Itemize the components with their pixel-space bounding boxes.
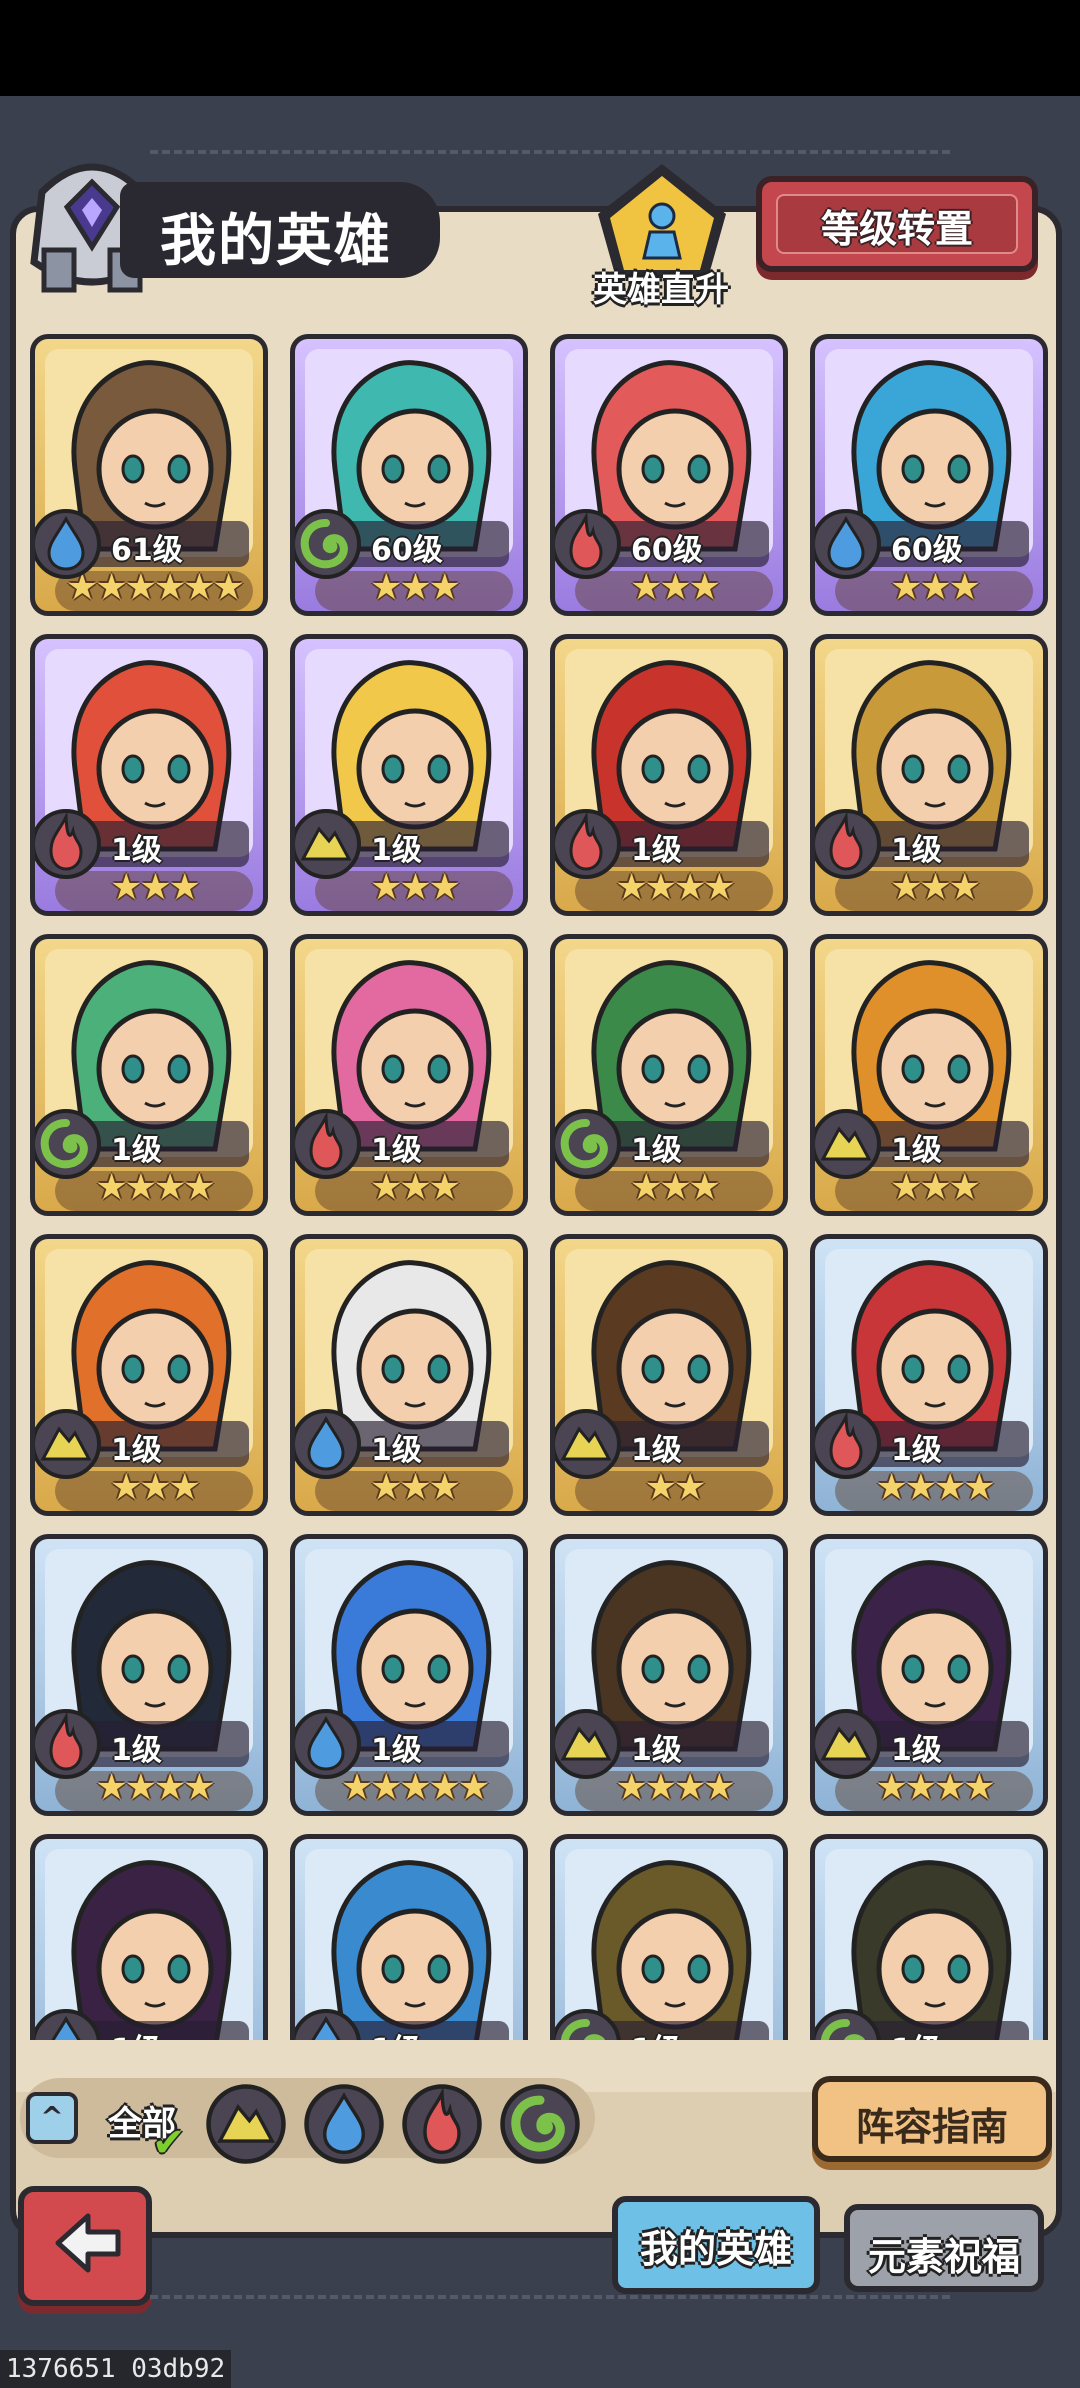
hero-level: 1级 bbox=[631, 1433, 682, 1468]
hero-card[interactable]: 1级 bbox=[30, 1834, 268, 2040]
lineup-guide-label: 阵容指南 bbox=[855, 2105, 1008, 2149]
check-icon: ✔ bbox=[152, 2120, 186, 2166]
hero-card[interactable]: 1级 ★★★ bbox=[30, 634, 268, 916]
hero-card[interactable]: 1级 ★★★ bbox=[810, 634, 1048, 916]
hero-card[interactable]: 1级 ★★★ bbox=[290, 934, 528, 1216]
hero-card[interactable]: 1级 bbox=[810, 1834, 1048, 2040]
hero-level: 1级 bbox=[631, 833, 682, 868]
wind-element-icon bbox=[815, 2009, 881, 2040]
earth-element-icon bbox=[815, 1109, 881, 1179]
hero-level: 1级 bbox=[111, 833, 162, 868]
build-id: 1376651 03db92 bbox=[0, 2350, 232, 2388]
hero-level: 1级 bbox=[891, 1733, 942, 1768]
hero-level: 1级 bbox=[371, 2025, 422, 2040]
hero-level: 1级 bbox=[111, 1433, 162, 1468]
collapse-button[interactable]: ^ bbox=[26, 2092, 78, 2144]
water-element-icon bbox=[295, 1709, 361, 1779]
filter-earth-icon[interactable] bbox=[204, 2082, 288, 2166]
filter-wind-icon[interactable] bbox=[498, 2082, 582, 2166]
fire-element-icon bbox=[815, 1409, 881, 1479]
hero-level: 1级 bbox=[371, 833, 422, 868]
hero-level: 60级 bbox=[891, 533, 963, 568]
level-transfer-button[interactable]: 等级转置 bbox=[756, 176, 1038, 272]
hero-level: 1级 bbox=[891, 1133, 942, 1168]
hero-level: 60级 bbox=[371, 533, 443, 568]
filter-fire-icon[interactable] bbox=[400, 2082, 484, 2166]
hero-card[interactable]: 1级 ★★★★ bbox=[30, 1534, 268, 1816]
hero-card[interactable]: 1级 bbox=[550, 1834, 788, 2040]
tab-my-heroes[interactable]: 我的英雄 bbox=[612, 2196, 820, 2294]
status-bar bbox=[0, 0, 1080, 96]
tab-my-heroes-label: 我的英雄 bbox=[639, 2227, 792, 2271]
earth-element-icon bbox=[295, 809, 361, 879]
earth-element-icon bbox=[815, 1709, 881, 1779]
hero-card[interactable]: 1级 ★★★★ bbox=[550, 1534, 788, 1816]
earth-element-icon bbox=[35, 1409, 101, 1479]
fire-element-icon bbox=[35, 809, 101, 879]
hero-card[interactable]: 1级 ★★★★ bbox=[30, 934, 268, 1216]
hero-level: 1级 bbox=[631, 2025, 682, 2040]
hero-level: 1级 bbox=[111, 1133, 162, 1168]
hero-card[interactable]: 1级 ★★★ bbox=[30, 1234, 268, 1516]
hero-level: 1级 bbox=[891, 833, 942, 868]
hero-level: 60级 bbox=[631, 533, 703, 568]
water-element-icon bbox=[35, 509, 101, 579]
water-element-icon bbox=[35, 2009, 101, 2040]
back-arrow-icon bbox=[55, 2213, 121, 2273]
hero-card[interactable]: 60级 ★★★ bbox=[290, 334, 528, 616]
hero-card[interactable]: 1级 bbox=[290, 1834, 528, 2040]
hero-card[interactable]: 1级 ★★★★ bbox=[810, 1234, 1048, 1516]
hero-level: 1级 bbox=[371, 1733, 422, 1768]
water-element-icon bbox=[295, 1409, 361, 1479]
hero-card[interactable]: 1级 ★★★ bbox=[550, 934, 788, 1216]
water-element-icon bbox=[295, 2009, 361, 2040]
hero-card[interactable]: 1级 ★★★★ bbox=[810, 1534, 1048, 1816]
filter-water-icon[interactable] bbox=[302, 2082, 386, 2166]
hero-level: 61级 bbox=[111, 533, 183, 568]
hero-card[interactable]: 60级 ★★★ bbox=[810, 334, 1048, 616]
hero-grid[interactable]: 61级 ★★★★★★ 60级 ★★★ 60级 ★★★ 60级 ★★★ 1级 ★★★ 1级 ★★★ 1级 ★… bbox=[20, 334, 1060, 2040]
page-title: 我的英雄 bbox=[160, 209, 392, 274]
back-button[interactable] bbox=[18, 2186, 152, 2306]
hero-level: 1级 bbox=[111, 1733, 162, 1768]
tab-element-blessing[interactable]: 元素祝福 bbox=[844, 2204, 1044, 2292]
fire-element-icon bbox=[555, 509, 621, 579]
tab-element-blessing-label: 元素祝福 bbox=[867, 2235, 1020, 2279]
wind-element-icon bbox=[35, 1109, 101, 1179]
bottom-divider bbox=[150, 2295, 950, 2303]
lineup-guide-button[interactable]: 阵容指南 bbox=[812, 2076, 1052, 2162]
hero-level: 1级 bbox=[111, 2025, 162, 2040]
top-divider bbox=[150, 150, 950, 158]
hero-card[interactable]: 1级 ★★★ bbox=[290, 1234, 528, 1516]
hero-card[interactable]: 1级 ★★ bbox=[550, 1234, 788, 1516]
wind-element-icon bbox=[555, 2009, 621, 2040]
water-element-icon bbox=[815, 509, 881, 579]
hero-card[interactable]: 1级 ★★★ bbox=[810, 934, 1048, 1216]
wind-element-icon bbox=[555, 1109, 621, 1179]
hero-card[interactable]: 1级 ★★★ bbox=[290, 634, 528, 916]
fire-element-icon bbox=[555, 809, 621, 879]
fire-element-icon bbox=[815, 809, 881, 879]
hero-direct-up-label[interactable]: 英雄直升 bbox=[586, 262, 736, 311]
hero-level: 1级 bbox=[371, 1133, 422, 1168]
hero-card[interactable]: 1级 ★★★★ bbox=[550, 634, 788, 916]
hero-level: 1级 bbox=[631, 1733, 682, 1768]
hero-level: 1级 bbox=[631, 1133, 682, 1168]
earth-element-icon bbox=[555, 1409, 621, 1479]
hero-card[interactable]: 60级 ★★★ bbox=[550, 334, 788, 616]
wind-element-icon bbox=[295, 509, 361, 579]
earth-element-icon bbox=[555, 1709, 621, 1779]
hero-card[interactable]: 1级 ★★★★★ bbox=[290, 1534, 528, 1816]
fire-element-icon bbox=[35, 1709, 101, 1779]
hero-card[interactable]: 61级 ★★★★★★ bbox=[30, 334, 268, 616]
fire-element-icon bbox=[295, 1109, 361, 1179]
level-transfer-label: 等级转置 bbox=[820, 207, 973, 251]
hero-level: 1级 bbox=[891, 2025, 942, 2040]
hero-level: 1级 bbox=[371, 1433, 422, 1468]
hero-level: 1级 bbox=[891, 1433, 942, 1468]
